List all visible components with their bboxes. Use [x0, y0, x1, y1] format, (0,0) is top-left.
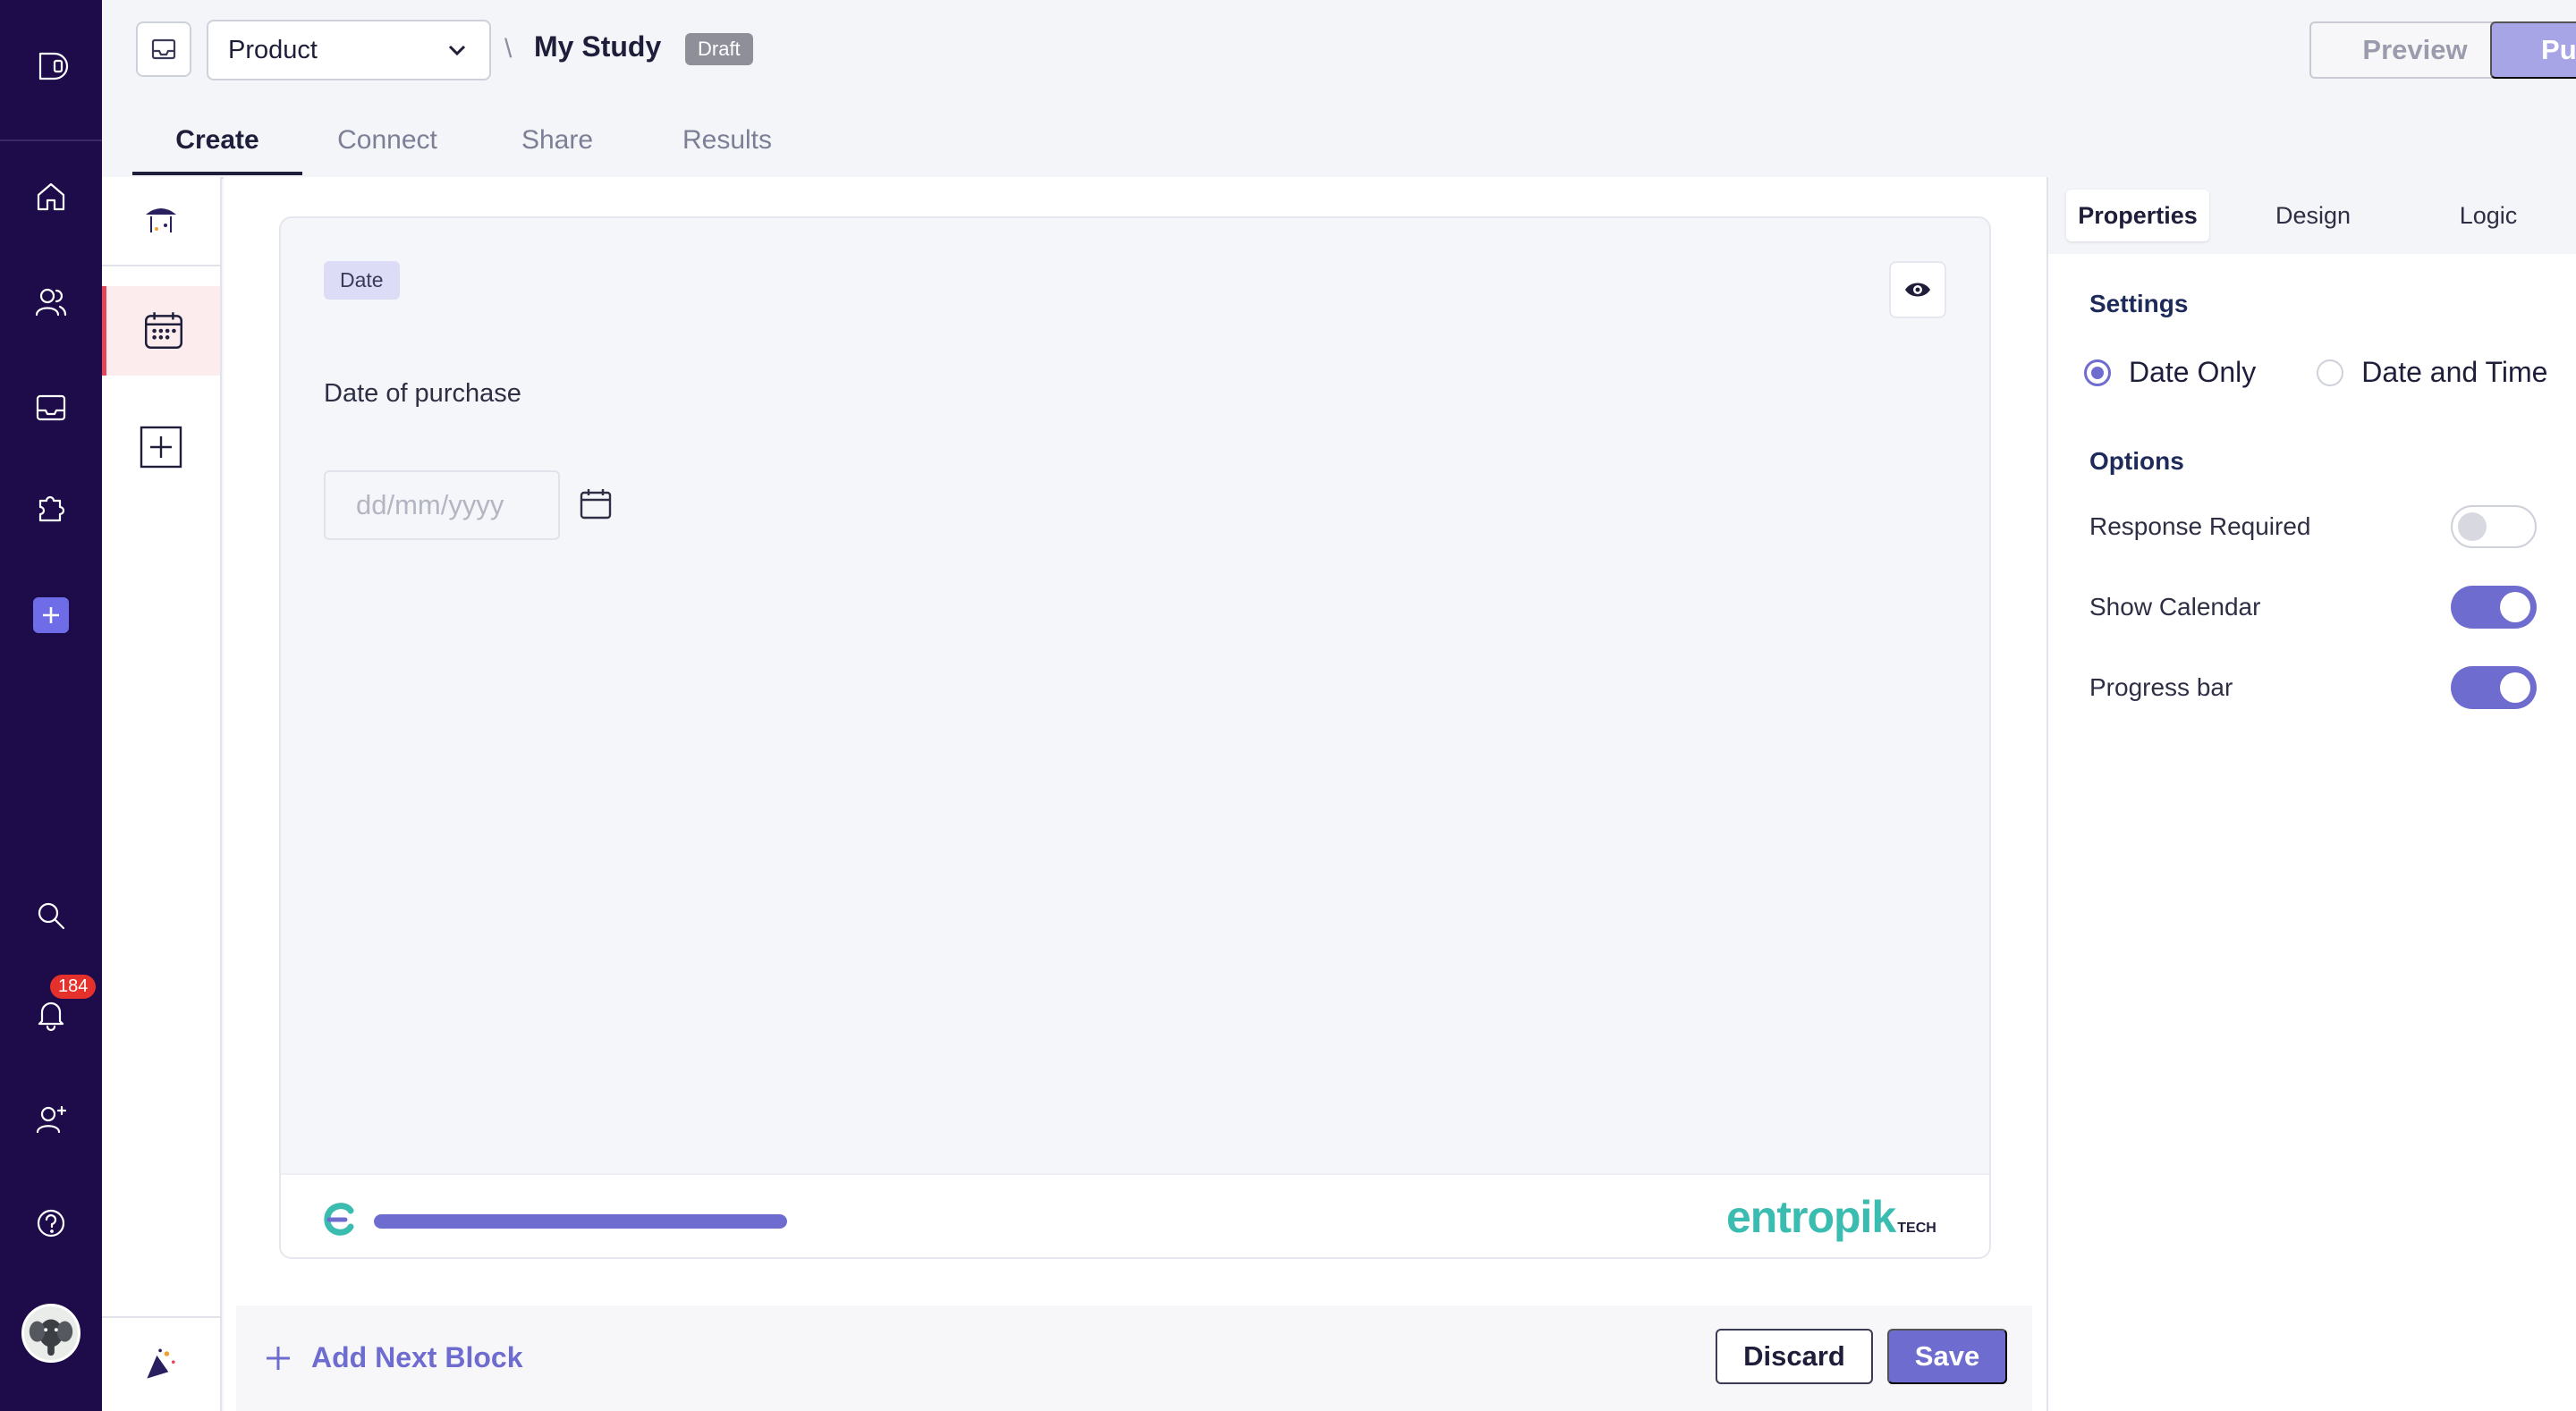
toggle-show-calendar[interactable]: [2451, 586, 2537, 629]
add-user-icon[interactable]: [24, 1093, 78, 1146]
calendar-picker-icon[interactable]: [576, 485, 615, 524]
date-question-card: Date Date of purchase dd/mm/yyyy entropi…: [279, 216, 1991, 1259]
tab-connect[interactable]: Connect: [302, 116, 472, 175]
logo-icon[interactable]: [24, 39, 78, 93]
celebration-icon: [147, 1348, 175, 1379]
radio-date-and-time[interactable]: Date and Time: [2317, 356, 2547, 389]
brand-suffix: TECH: [1897, 1221, 1936, 1236]
block-list: [102, 177, 222, 1411]
preview-button[interactable]: Preview: [2309, 21, 2521, 79]
radio-date-only[interactable]: Date Only: [2084, 356, 2256, 389]
radio-indicator-date-and-time[interactable]: [2317, 359, 2344, 386]
tab-results[interactable]: Results: [642, 116, 812, 175]
toggle-progress-bar[interactable]: [2451, 666, 2537, 709]
left-rail: 184: [0, 0, 102, 1411]
end-block[interactable]: [102, 1316, 220, 1411]
date-block-item[interactable]: [102, 286, 220, 376]
question-text[interactable]: Date of purchase: [324, 379, 521, 409]
search-icon[interactable]: [24, 889, 78, 942]
brand-name: entropik: [1726, 1192, 1896, 1242]
tab-share[interactable]: Share: [472, 116, 642, 175]
option-progress-bar: Progress bar: [2089, 665, 2537, 710]
status-badge: Draft: [685, 33, 753, 65]
toggle-response-required[interactable]: [2451, 505, 2537, 548]
option-label-progress-bar: Progress bar: [2089, 673, 2233, 701]
date-input[interactable]: dd/mm/yyyy: [324, 470, 560, 540]
option-show-calendar: Show Calendar: [2089, 585, 2537, 629]
block-type-tag: Date: [324, 261, 400, 300]
chevron-down-icon: [448, 45, 466, 56]
users-icon[interactable]: [24, 275, 78, 329]
tray-icon: [151, 38, 176, 60]
main-tabs: Create Connect Share Results: [132, 116, 812, 179]
option-label-response-required: Response Required: [2089, 512, 2311, 540]
top-header: Product \ My Study Draft Preview Publish…: [102, 0, 2576, 179]
puzzle-icon[interactable]: [24, 481, 78, 535]
breadcrumb-separator: \: [504, 34, 513, 63]
help-icon[interactable]: [24, 1196, 78, 1250]
eye-icon: [1905, 283, 1930, 297]
welcome-block[interactable]: [102, 177, 220, 266]
option-label-show-calendar: Show Calendar: [2089, 593, 2261, 621]
inbox-icon[interactable]: [24, 381, 78, 435]
radio-label-date-only: Date Only: [2129, 356, 2257, 388]
product-select[interactable]: Product: [207, 20, 491, 80]
avatar[interactable]: [21, 1304, 80, 1363]
settings-heading: Settings: [2089, 290, 2189, 317]
radio-indicator-date-only[interactable]: [2084, 359, 2111, 386]
preview-toggle-button[interactable]: [1889, 261, 1946, 318]
welcome-illustration-icon: [146, 208, 176, 232]
options-heading: Options: [2089, 447, 2184, 475]
add-square-icon: [140, 426, 182, 469]
bottom-action-bar: Add Next Block Discard Save: [236, 1305, 2032, 1411]
plus-icon: [267, 1346, 290, 1370]
page-title[interactable]: My Study: [534, 30, 661, 63]
block-canvas: Date Date of purchase dd/mm/yyyy entropi…: [224, 177, 2046, 1411]
add-icon[interactable]: [33, 597, 69, 633]
elephant-avatar-icon: [29, 1319, 73, 1356]
add-block-item[interactable]: [102, 411, 220, 483]
tab-properties[interactable]: Properties: [2066, 190, 2209, 241]
home-icon[interactable]: [24, 170, 78, 224]
tab-logic[interactable]: Logic: [2417, 190, 2560, 241]
date-format-options: Date Only Date and Time: [2084, 356, 2547, 389]
progress-bar-fill: [374, 1214, 787, 1229]
add-next-block-button[interactable]: Add Next Block: [263, 1341, 522, 1374]
discard-button[interactable]: Discard: [1716, 1329, 1873, 1384]
tab-design[interactable]: Design: [2241, 190, 2385, 241]
add-next-block-label: Add Next Block: [311, 1341, 523, 1373]
product-select-value: Product: [228, 35, 318, 64]
tab-create[interactable]: Create: [132, 116, 302, 175]
save-button[interactable]: Save: [1887, 1329, 2007, 1384]
properties-panel: Properties Design Logic Settings Date On…: [2046, 177, 2576, 1411]
notification-badge: 184: [50, 975, 97, 999]
panel-tabs: Properties Design Logic: [2048, 177, 2576, 254]
rail-divider: [0, 139, 102, 141]
publish-button[interactable]: Publish: [2490, 21, 2576, 79]
radio-label-date-and-time: Date and Time: [2361, 356, 2548, 388]
option-response-required: Response Required: [2089, 504, 2537, 549]
progress-bar: [374, 1214, 787, 1229]
card-footer: entropik TECH: [281, 1173, 1989, 1257]
inbox-button[interactable]: [136, 21, 191, 77]
brand-logo: entropik TECH: [1726, 1191, 1936, 1243]
calendar-icon: [144, 312, 182, 349]
entropik-e-icon: [324, 1203, 354, 1236]
